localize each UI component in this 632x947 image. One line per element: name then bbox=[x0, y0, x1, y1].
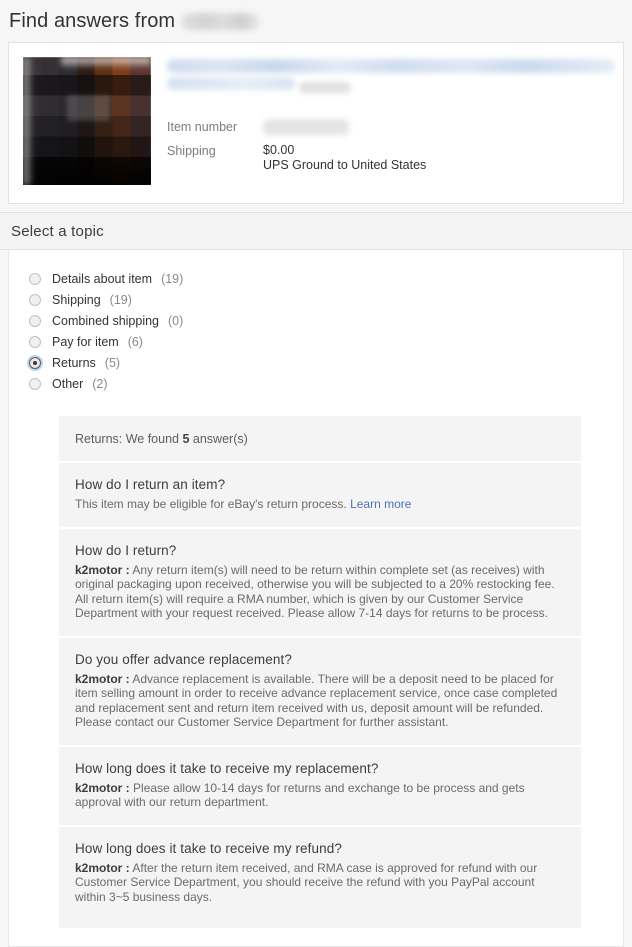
topic-option-label: Combined shipping bbox=[52, 313, 160, 328]
shipping-method: UPS Ground to United States bbox=[263, 158, 427, 173]
answer-item: How long does it take to receive my refu… bbox=[59, 827, 581, 929]
select-topic-title: Select a topic bbox=[11, 222, 104, 240]
topic-option-label: Shipping bbox=[52, 292, 101, 307]
topic-option-label: Pay for item bbox=[52, 334, 119, 349]
item-title-redacted-line-1 bbox=[167, 59, 615, 73]
radio-icon[interactable] bbox=[29, 314, 41, 327]
topic-option-count: (0) bbox=[168, 313, 184, 328]
item-thumbnail-pixelation bbox=[23, 57, 151, 185]
shipping-label: Shipping bbox=[167, 144, 216, 159]
topic-option-label: Details about item bbox=[52, 271, 153, 286]
item-number-label: Item number bbox=[167, 120, 238, 135]
topic-body: Details about item (19) Shipping (19) Co… bbox=[8, 250, 624, 947]
answer-item: How long does it take to receive my repl… bbox=[59, 747, 581, 827]
item-thumbnail-edge-left bbox=[23, 57, 33, 185]
page-title: Find answers from bbox=[9, 9, 176, 32]
answer-seller: k2motor : bbox=[75, 671, 130, 686]
answer-body: k2motor : Any return item(s) will need t… bbox=[75, 563, 565, 621]
item-detail-table: Item number Shipping $0.00 UPS Ground to… bbox=[167, 119, 623, 173]
topic-option-count: (19) bbox=[161, 271, 184, 286]
topic-option-combined-shipping[interactable]: Combined shipping (0) bbox=[29, 310, 623, 331]
topic-radio-group[interactable]: Details about item (19) Shipping (19) Co… bbox=[9, 268, 623, 394]
item-info: Item number Shipping $0.00 UPS Ground to… bbox=[151, 57, 623, 203]
answer-question: Do you offer advance replacement? bbox=[75, 651, 292, 667]
item-thumbnail[interactable] bbox=[23, 57, 151, 185]
answers-summary-prefix: Returns: We found bbox=[75, 432, 183, 446]
item-summary-card: Item number Shipping $0.00 UPS Ground to… bbox=[8, 42, 624, 204]
answer-item: Do you offer advance replacement? k2moto… bbox=[59, 638, 581, 747]
answer-item: How do I return? k2motor : Any return it… bbox=[59, 529, 581, 638]
radio-icon[interactable] bbox=[29, 293, 41, 306]
answer-text: Please allow 10-14 days for returns and … bbox=[75, 780, 525, 810]
item-thumbnail-highlight bbox=[66, 95, 111, 121]
item-thumbnail-edge-top bbox=[61, 57, 151, 69]
seller-name-redacted bbox=[181, 12, 260, 30]
answer-text: After the return item received, and RMA … bbox=[75, 860, 538, 904]
learn-more-link[interactable]: Learn more bbox=[350, 497, 411, 511]
answer-body: k2motor : After the return item received… bbox=[75, 861, 565, 905]
answer-question: How long does it take to receive my repl… bbox=[75, 760, 379, 776]
topic-option-count: (6) bbox=[127, 334, 143, 349]
topic-option-returns[interactable]: Returns (5) bbox=[29, 352, 623, 373]
topic-option-label: Returns bbox=[52, 355, 96, 370]
topic-option-other[interactable]: Other (2) bbox=[29, 373, 623, 394]
topic-option-count: (5) bbox=[104, 355, 121, 370]
answer-text: Any return item(s) will need to be retur… bbox=[75, 562, 555, 621]
answer-seller: k2motor : bbox=[75, 562, 130, 577]
answer-body: k2motor : Please allow 10-14 days for re… bbox=[75, 781, 565, 810]
topic-option-count: (19) bbox=[109, 292, 132, 307]
answer-question: How do I return? bbox=[75, 542, 177, 558]
item-number-row: Item number bbox=[167, 119, 623, 136]
topic-option-label: Other bbox=[52, 376, 84, 391]
answer-item: How do I return an item? This item may b… bbox=[59, 463, 581, 529]
answer-text: This item may be eligible for eBay's ret… bbox=[75, 497, 351, 511]
shipping-value: $0.00 UPS Ground to United States bbox=[263, 143, 426, 173]
topic-option-details-about-item[interactable]: Details about item (19) bbox=[29, 268, 623, 289]
answers-summary: Returns: We found 5 answer(s) bbox=[59, 416, 581, 463]
item-subtitle-redacted bbox=[299, 81, 352, 93]
answer-seller: k2motor : bbox=[75, 780, 130, 795]
radio-icon[interactable] bbox=[29, 335, 41, 348]
topic-option-count: (2) bbox=[92, 376, 108, 391]
item-number-redacted bbox=[263, 119, 349, 136]
answers-panel: Returns: We found 5 answer(s) How do I r… bbox=[59, 416, 581, 928]
shipping-row: Shipping $0.00 UPS Ground to United Stat… bbox=[167, 143, 623, 173]
item-title-redacted-line-2 bbox=[167, 77, 295, 91]
answer-seller: k2motor : bbox=[75, 860, 130, 875]
answer-body: k2motor : Advance replacement is availab… bbox=[75, 672, 565, 730]
radio-icon[interactable] bbox=[29, 272, 41, 285]
page-header: Find answers from bbox=[0, 0, 632, 42]
item-number-value bbox=[263, 119, 349, 136]
topic-option-shipping[interactable]: Shipping (19) bbox=[29, 289, 623, 310]
topic-option-pay-for-item[interactable]: Pay for item (6) bbox=[29, 331, 623, 352]
answers-summary-suffix: answer(s) bbox=[189, 432, 248, 446]
radio-icon[interactable] bbox=[29, 377, 41, 390]
answer-text: Advance replacement is available. There … bbox=[75, 671, 558, 730]
answer-body: This item may be eligible for eBay's ret… bbox=[75, 497, 565, 512]
radio-icon-selected[interactable] bbox=[29, 356, 41, 369]
shipping-cost: $0.00 bbox=[263, 143, 295, 158]
answer-question: How long does it take to receive my refu… bbox=[75, 840, 342, 856]
answer-question: How do I return an item? bbox=[75, 477, 226, 492]
select-topic-header: Select a topic bbox=[0, 212, 632, 250]
